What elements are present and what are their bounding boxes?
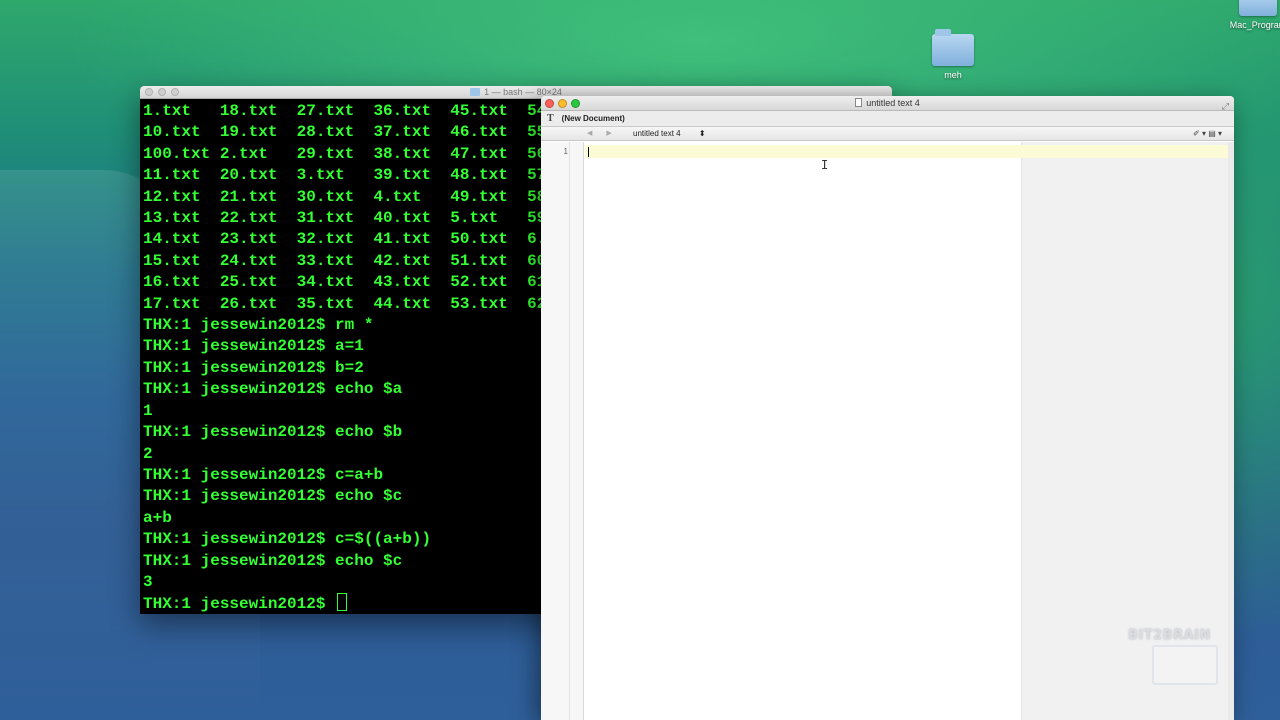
editor-document-bar: T (New Document) (541, 111, 1234, 127)
document-status: (New Document) (561, 114, 625, 123)
editor-titlebar[interactable]: untitled text 4 ⤢ (541, 96, 1234, 111)
desktop-icon-label: meh (944, 70, 962, 80)
terminal-cursor (337, 593, 348, 612)
popup-arrows-icon: ⬍ (698, 129, 706, 138)
editor-window-controls (545, 99, 580, 108)
watermark-logo-icon (1152, 645, 1218, 685)
minimize-button[interactable] (558, 99, 567, 108)
line-number-gutter: 1 (541, 142, 584, 720)
text-document-icon: T (547, 113, 554, 124)
desktop-folder-meh[interactable]: meh (926, 29, 980, 80)
current-line-highlight (585, 145, 1230, 158)
terminal-window-controls (145, 88, 179, 96)
text-caret (588, 147, 589, 157)
close-button[interactable] (545, 99, 554, 108)
zoom-button[interactable] (171, 88, 179, 96)
fold-guide (569, 142, 570, 720)
document-icon (855, 98, 863, 107)
file-popup-menu[interactable]: untitled text 4 ⬍ (633, 127, 706, 141)
line-number: 1 (563, 147, 568, 156)
close-button[interactable] (145, 88, 153, 96)
editor-navigation-bar: ◀ ▶ untitled text 4 ⬍ ✐ ▾ ▤ ▾ (541, 127, 1234, 141)
fullscreen-icon[interactable]: ⤢ (1222, 99, 1229, 114)
desktop-folder-mac-program[interactable]: Mac_Program (1228, 0, 1280, 30)
markup-and-function-menus[interactable]: ✐ ▾ ▤ ▾ (1193, 127, 1222, 141)
bit2brain-watermark: BIT2BRAIN (1128, 628, 1242, 690)
desktop-icon-label: Mac_Program (1229, 20, 1280, 30)
folder-icon (932, 29, 974, 66)
minimize-button[interactable] (158, 88, 166, 96)
editor-window-title: untitled text 4 (866, 98, 920, 108)
folder-icon (470, 88, 481, 96)
watermark-logo-text: BIT2BRAIN (1128, 628, 1211, 643)
zoom-button[interactable] (571, 99, 580, 108)
ibeam-cursor-icon: I (821, 158, 829, 172)
folder-icon (1239, 0, 1277, 16)
terminal-prompt: THX:1 jessewin2012$ (143, 595, 336, 614)
file-popup-label: untitled text 4 (633, 129, 681, 138)
text-editor-window[interactable]: untitled text 4 ⤢ T (New Document) ◀ ▶ un… (541, 96, 1234, 720)
nav-back-forward-icon[interactable]: ◀ ▶ (587, 127, 618, 141)
